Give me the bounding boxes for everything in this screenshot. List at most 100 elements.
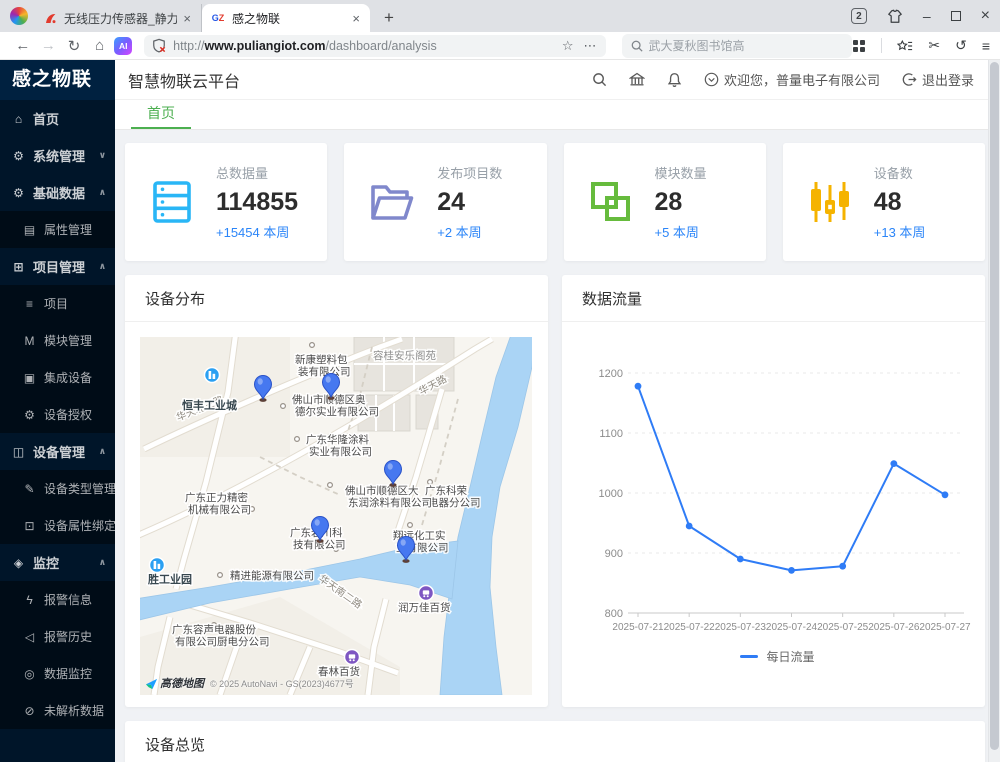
favorites-icon[interactable]	[897, 39, 913, 53]
chevron-up-icon: ∧	[99, 187, 106, 198]
tab-home[interactable]: 首页	[131, 100, 191, 129]
minimize-button[interactable]: –	[923, 9, 931, 23]
device-map[interactable]: 华天北三路华天路华天南二路新康塑料包装有限公司恒丰工业城佛山市顺德区奥德尔实业有…	[140, 337, 532, 695]
svg-text:2025-07-22: 2025-07-22	[664, 622, 716, 633]
sidebar-item-12[interactable]: ⊡设备属性绑定	[0, 507, 115, 544]
scissors-icon[interactable]: ✂	[928, 37, 940, 54]
copy-icon: ⊡	[22, 519, 37, 533]
search-icon[interactable]	[592, 72, 607, 87]
list-icon: ≡	[22, 297, 37, 311]
candlestick-icon	[808, 180, 852, 224]
svg-text:广东正力精密: 广东正力精密	[185, 491, 248, 504]
sidebar: 感之物联 ⌂首页⚙系统管理∨⚙基础数据∧▤属性管理⊞项目管理∧≡项目M模块管理▣…	[0, 60, 115, 762]
sidebar-item-15[interactable]: ◁报警历史	[0, 618, 115, 655]
database-icon	[150, 180, 194, 224]
svg-text:电器分公司: 电器分公司	[428, 496, 481, 509]
home-icon: ⌂	[11, 112, 26, 126]
sidebar-item-3[interactable]: ⚙基础数据∧	[0, 174, 115, 211]
tab-title: 感之物联	[232, 10, 346, 27]
sidebar-item-13[interactable]: ◈监控∧	[0, 544, 115, 581]
sidebar-item-8[interactable]: ▣集成设备	[0, 359, 115, 396]
tab-close-icon[interactable]: ×	[181, 11, 193, 26]
browser-search-box[interactable]: 武大夏秋图书馆高	[622, 34, 853, 58]
sidebar-item-label: 集成设备	[44, 369, 92, 386]
sidebar-item-7[interactable]: M模块管理	[0, 322, 115, 359]
close-window-button[interactable]: ×	[981, 8, 990, 24]
sidebar-item-label: 设备管理	[33, 442, 85, 461]
sidebar-item-16[interactable]: ◎数据监控	[0, 655, 115, 692]
page-scrollbar[interactable]	[988, 60, 1000, 762]
sidebar-item-label: 系统管理	[33, 146, 85, 165]
sidebar-item-label: 报警历史	[44, 628, 92, 645]
bank-icon[interactable]	[629, 72, 645, 87]
tab1-favicon	[42, 10, 58, 26]
browser-tab-1[interactable]: 无线压力传感器_静力水准仪 ×	[34, 4, 202, 32]
sidebar-item-11[interactable]: ✎设备类型管理	[0, 470, 115, 507]
reload-button[interactable]: ↻	[61, 37, 87, 55]
address-more-icon[interactable]: ⋯	[584, 38, 598, 54]
browser-logo-icon[interactable]	[10, 7, 28, 25]
sidebar-item-label: 设备类型管理	[44, 480, 115, 497]
svg-text:新康塑料包: 新康塑料包	[295, 353, 348, 366]
svg-text:2025-07-21: 2025-07-21	[612, 622, 664, 633]
amap-arrow-icon	[145, 677, 158, 690]
tag-icon: ◈	[11, 556, 26, 570]
logout-button[interactable]: 退出登录	[902, 70, 974, 89]
sidebar-item-2[interactable]: ⚙系统管理∨	[0, 137, 115, 174]
back-button[interactable]: ←	[10, 37, 36, 54]
stop-icon: ⊘	[22, 704, 37, 718]
app-logo[interactable]: 感之物联	[0, 60, 115, 100]
apps-grid-icon[interactable]	[852, 39, 866, 53]
ai-assistant-button[interactable]: AI	[114, 37, 132, 55]
modules-icon	[589, 180, 633, 224]
home-button[interactable]: ⌂	[87, 37, 113, 54]
svg-text:润万佳百货: 润万佳百货	[398, 601, 451, 614]
tab-count-badge[interactable]: 2	[851, 8, 867, 24]
new-tab-button[interactable]: +	[376, 5, 402, 31]
tab-title: 无线压力传感器_静力水准仪	[64, 10, 177, 27]
svg-text:2025-07-27: 2025-07-27	[919, 622, 971, 633]
svg-text:900: 900	[605, 548, 623, 560]
tab-close-icon[interactable]: ×	[350, 11, 362, 26]
svg-text:800: 800	[605, 608, 623, 620]
svg-text:广东华隆涂料: 广东华隆涂料	[306, 433, 369, 446]
maximize-button[interactable]	[951, 11, 961, 21]
forward-button[interactable]: →	[36, 37, 62, 54]
url-text: http://www.puliangiot.com/dashboard/anal…	[173, 39, 437, 53]
sidebar-item-label: 设备授权	[44, 406, 92, 423]
stat-value: 48	[874, 188, 926, 217]
scrollbar-thumb[interactable]	[990, 62, 999, 750]
sidebar-item-17[interactable]: ⊘ 未解析数据	[0, 692, 115, 729]
gear-icon: ⚙	[22, 408, 37, 422]
sidebar-item-4[interactable]: ▤属性管理	[0, 211, 115, 248]
sidebar-item-9[interactable]: ⚙ 设备授权	[0, 396, 115, 433]
stat-label: 设备数	[874, 163, 926, 182]
browser-tab-2-active[interactable]: GZ 感之物联 ×	[202, 4, 370, 32]
svg-text:2025-07-26: 2025-07-26	[868, 622, 920, 633]
bell-icon[interactable]	[667, 72, 682, 88]
sidebar-item-6[interactable]: ≡项目	[0, 285, 115, 322]
browser-menu-icon[interactable]: ≡	[982, 38, 990, 54]
user-menu[interactable]: 欢迎您，普量电子有限公司	[704, 70, 880, 89]
grid-icon: ⊞	[11, 260, 26, 274]
sidebar-item-5[interactable]: ⊞项目管理∧	[0, 248, 115, 285]
panel-title: 设备总览	[125, 721, 985, 762]
shield-insecure-icon[interactable]	[152, 38, 166, 53]
circle-down-icon	[704, 72, 719, 87]
bookmark-star-icon[interactable]: ☆	[562, 38, 574, 54]
tab2-favicon: GZ	[210, 10, 226, 26]
amap-logo[interactable]: 高德地图	[145, 675, 204, 691]
legend-item-daily-flow[interactable]: 每日流量	[570, 648, 985, 665]
sidebar-item-14[interactable]: ϟ报警信息	[0, 581, 115, 618]
sidebar-item-label: 未解析数据	[44, 702, 104, 719]
svg-text:机械有限公司: 机械有限公司	[188, 503, 251, 516]
stat-delta: +5 本周	[655, 222, 707, 241]
form-icon: ▤	[22, 223, 37, 237]
address-bar[interactable]: http://www.puliangiot.com/dashboard/anal…	[144, 35, 605, 57]
sidebar-item-1[interactable]: ⌂首页	[0, 100, 115, 137]
undo-icon[interactable]: ↺	[955, 37, 967, 54]
svg-text:容桂安乐阁苑: 容桂安乐阁苑	[373, 349, 436, 362]
svg-text:实业有限公司: 实业有限公司	[309, 445, 372, 458]
theme-shirt-icon[interactable]	[887, 9, 903, 24]
sidebar-item-10[interactable]: ◫设备管理∧	[0, 433, 115, 470]
